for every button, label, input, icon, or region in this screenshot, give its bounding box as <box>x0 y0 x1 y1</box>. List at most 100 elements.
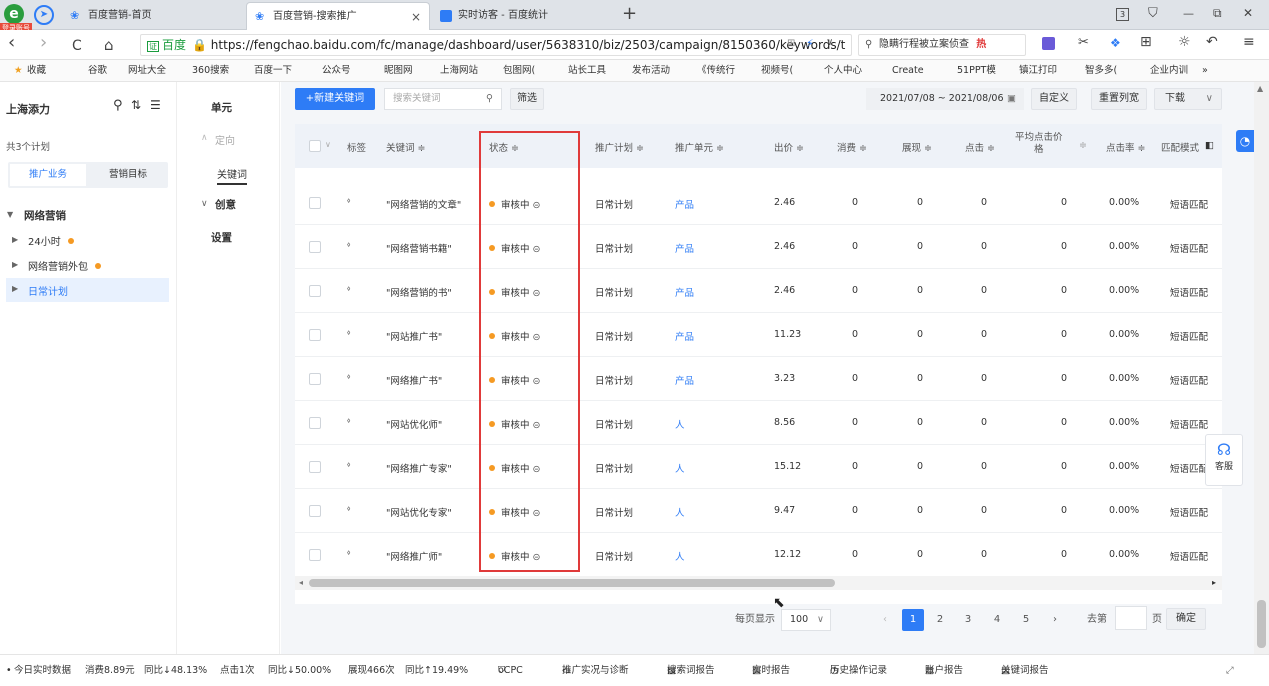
lightning-icon[interactable]: ⚡ <box>806 37 814 50</box>
tab-realtime-visitors[interactable]: 实时访客 - 百度统计 <box>432 2 612 30</box>
column-settings-icon[interactable]: ◧ <box>1205 140 1214 151</box>
bookmark-item[interactable]: 发布活动 <box>632 60 670 82</box>
forward-button[interactable]: › <box>40 33 47 53</box>
bookmark-item[interactable]: Create <box>892 60 924 82</box>
goto-confirm-button[interactable]: 确定 <box>1166 608 1206 630</box>
bookmark-more[interactable]: » <box>1202 60 1208 82</box>
scroll-left-icon[interactable]: ◂ <box>299 576 303 590</box>
translate-icon[interactable] <box>1042 37 1055 50</box>
browser-search-input[interactable]: ⚲ 隐瞒行程被立案侦查 热 <box>858 34 1026 56</box>
group-label[interactable]: 网络营销 <box>24 208 66 223</box>
row-checkbox[interactable] <box>309 461 321 473</box>
bookmark-item[interactable]: 企业内训 <box>1150 60 1188 82</box>
bookmark-item[interactable]: 51PPT模 <box>957 60 996 82</box>
bookmark-item[interactable]: 镇江打印 <box>1019 60 1057 82</box>
page-1-button[interactable]: 1 <box>902 609 924 631</box>
page-5-button[interactable]: 5 <box>1018 609 1034 631</box>
cell-unit[interactable]: 人 <box>675 417 685 431</box>
chevron-up-icon[interactable]: ∧ <box>201 133 208 143</box>
nav-unit[interactable]: 单元 <box>211 100 232 115</box>
extension-icon[interactable]: ❖ <box>1110 36 1121 50</box>
tag-icon[interactable]: ⬫ <box>347 413 350 428</box>
grid-icon[interactable]: ⊞ <box>787 38 795 49</box>
tag-icon[interactable]: ⬫ <box>347 237 350 252</box>
header-unit[interactable]: 推广单元 ≑ <box>675 140 724 154</box>
cell-unit[interactable]: 产品 <box>675 373 694 387</box>
cell-unit[interactable]: 产品 <box>675 285 694 299</box>
header-ctr[interactable]: 点击率 ≑ <box>1106 140 1145 154</box>
customize-button[interactable]: 自定义 <box>1031 88 1077 110</box>
header-impressions[interactable]: 展现 ≑ <box>902 140 932 154</box>
keyword-search-input[interactable]: 搜索关键词 ⚲ <box>384 88 502 110</box>
home-button[interactable]: ⌂ <box>104 35 114 55</box>
apps-icon[interactable]: ⊞ <box>1140 34 1152 50</box>
cell-unit[interactable]: 人 <box>675 461 685 475</box>
dropdown-icon[interactable]: ∨ <box>826 37 833 48</box>
cell-unit[interactable]: 产品 <box>675 241 694 255</box>
sidebar-item-24h[interactable]: 24小时 <box>28 233 74 248</box>
cell-unit[interactable]: 人 <box>675 549 685 563</box>
scroll-right-icon[interactable]: ▸ <box>1212 576 1216 590</box>
new-tab-button[interactable]: + <box>622 3 637 24</box>
row-checkbox[interactable] <box>309 549 321 561</box>
row-checkbox[interactable] <box>309 241 321 253</box>
bookmark-item[interactable]: 站长工具 <box>568 60 606 82</box>
navigate-icon[interactable]: ➤ <box>34 5 54 25</box>
reset-columns-button[interactable]: 重置列宽 <box>1091 88 1147 110</box>
bookmark-item[interactable]: 网址大全 <box>128 60 166 82</box>
goto-page-input[interactable] <box>1115 606 1147 630</box>
caret-down-icon[interactable]: ▼ <box>7 210 13 219</box>
bookmark-item[interactable]: 包图网( <box>503 60 535 82</box>
tag-icon[interactable]: ⬫ <box>347 369 350 384</box>
bookmark-item[interactable]: 视频号( <box>761 60 793 82</box>
chevron-down-icon[interactable]: ∨ <box>201 199 208 209</box>
horizontal-scrollbar[interactable]: ◂ ▸ <box>295 576 1222 590</box>
menu-icon[interactable]: ≡ <box>1243 34 1255 50</box>
search-icon[interactable]: ⚲ <box>113 98 123 113</box>
vertical-scrollbar-thumb[interactable] <box>1257 600 1266 648</box>
header-bid[interactable]: 出价 ≑ <box>774 140 804 154</box>
bookmark-item[interactable]: 收藏 <box>27 60 46 82</box>
bookmark-item[interactable]: 智多多( <box>1085 60 1117 82</box>
close-window-button[interactable]: ✕ <box>1243 6 1253 20</box>
bookmark-item[interactable]: 昵图网 <box>384 60 413 82</box>
tag-icon[interactable]: ⬫ <box>347 281 350 296</box>
bookmark-item[interactable]: 公众号 <box>322 60 351 82</box>
prev-page-button[interactable]: ‹ <box>877 609 893 631</box>
download-button[interactable]: 下载 ∨ <box>1154 88 1222 110</box>
undo-icon[interactable]: ↶ <box>1206 34 1218 50</box>
nav-target[interactable]: 定向 <box>215 132 235 147</box>
header-match[interactable]: 匹配模式 <box>1161 140 1199 154</box>
vertical-scrollbar[interactable]: ▲ <box>1254 82 1269 654</box>
scissors-icon[interactable]: ✂ <box>1078 35 1089 50</box>
scrollbar-thumb[interactable] <box>309 579 835 587</box>
tab-count-badge[interactable]: 3 <box>1116 8 1129 21</box>
tag-icon[interactable]: ⬫ <box>347 325 350 340</box>
support-widget[interactable]: ☊ 客服 <box>1205 434 1243 486</box>
header-cost[interactable]: 消费 ≑ <box>837 140 867 154</box>
brightness-icon[interactable]: ☼ <box>1178 34 1191 50</box>
tag-icon[interactable]: ⬫ <box>347 193 350 208</box>
sidebar-item-daily-plan[interactable]: ▶ 日常计划 <box>6 278 169 302</box>
select-dropdown-icon[interactable]: ∨ <box>325 140 331 149</box>
cell-unit[interactable]: 产品 <box>675 329 694 343</box>
tag-icon[interactable]: ⬫ <box>347 501 350 516</box>
baidu-assistant-icon[interactable]: ◔ <box>1236 130 1254 152</box>
sort-icon[interactable]: ≑ <box>1079 140 1087 151</box>
nav-keyword[interactable]: 关键词 <box>217 166 247 185</box>
tab-search-promotion[interactable]: ❀ 百度营销-搜索推广 × <box>246 2 430 30</box>
shirt-icon[interactable]: ⛉ <box>1148 6 1158 21</box>
page-3-button[interactable]: 3 <box>960 609 976 631</box>
bookmark-item[interactable]: 谷歌 <box>88 60 107 82</box>
nav-creative[interactable]: 创意 <box>215 197 236 212</box>
next-page-button[interactable]: › <box>1047 609 1063 631</box>
page-4-button[interactable]: 4 <box>989 609 1005 631</box>
row-checkbox[interactable] <box>309 329 321 341</box>
per-page-select[interactable]: 100 ∨ <box>781 609 831 631</box>
select-all-checkbox[interactable] <box>309 140 321 152</box>
tab-marketing-goal[interactable]: 营销目标 <box>90 164 166 186</box>
filter-button[interactable]: 筛选 <box>510 88 544 110</box>
bookmark-item[interactable]: 百度一下 <box>254 60 292 82</box>
header-clicks[interactable]: 点击 ≑ <box>965 140 995 154</box>
sidebar-item-outsourcing[interactable]: 网络营销外包 <box>28 258 102 273</box>
